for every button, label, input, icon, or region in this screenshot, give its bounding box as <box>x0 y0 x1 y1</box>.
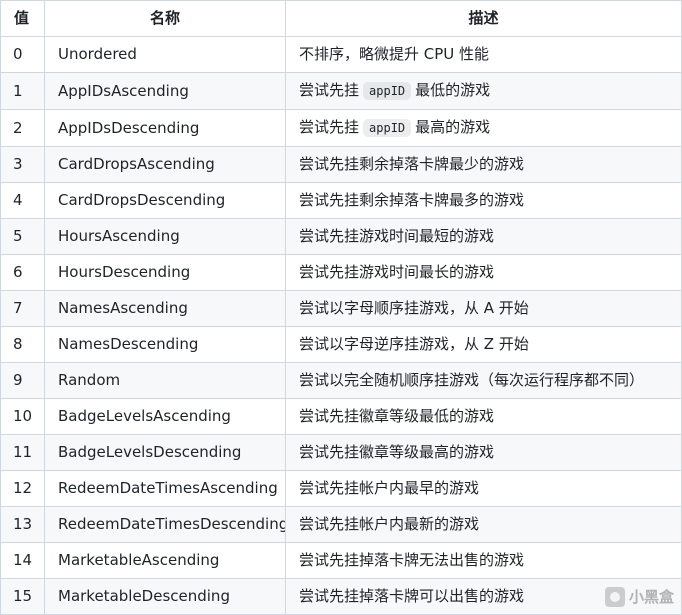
cell-name: CardDropsAscending <box>44 146 286 183</box>
inline-code: appID <box>363 119 412 137</box>
table-row: 8 NamesDescending 尝试以字母逆序挂游戏，从 Z 开始 <box>0 326 682 363</box>
cell-value: 0 <box>0 36 45 73</box>
table-row: 2 AppIDsDescending 尝试先挂 appID 最高的游戏 <box>0 109 682 147</box>
sort-order-table: 值 名称 描述 0 Unordered 不排序，略微提升 CPU 性能 1 AppIDs… <box>0 0 682 615</box>
cell-description: 尝试先挂游戏时间最短的游戏 <box>285 218 682 255</box>
cell-description: 尝试先挂游戏时间最长的游戏 <box>285 254 682 291</box>
cell-value: 6 <box>0 254 45 291</box>
table-row: 4 CardDropsDescending 尝试先挂剩余掉落卡牌最多的游戏 <box>0 182 682 219</box>
cell-name: NamesAscending <box>44 290 286 327</box>
cell-value: 11 <box>0 434 45 471</box>
table-row: 10 BadgeLevelsAscending 尝试先挂徽章等级最低的游戏 <box>0 398 682 435</box>
table-row: 6 HoursDescending 尝试先挂游戏时间最长的游戏 <box>0 254 682 291</box>
cell-description: 尝试先挂 appID 最高的游戏 <box>285 109 682 147</box>
cell-value: 8 <box>0 326 45 363</box>
cell-value: 9 <box>0 362 45 399</box>
table-row: 0 Unordered 不排序，略微提升 CPU 性能 <box>0 36 682 73</box>
cell-name: BadgeLevelsDescending <box>44 434 286 471</box>
table-header-row: 值 名称 描述 <box>0 0 682 37</box>
cell-value: 15 <box>0 578 45 615</box>
cell-name: NamesDescending <box>44 326 286 363</box>
table-row: 3 CardDropsAscending 尝试先挂剩余掉落卡牌最少的游戏 <box>0 146 682 183</box>
description-text: 尝试先挂 <box>299 118 360 136</box>
cell-name: MarketableAscending <box>44 542 286 579</box>
cell-value: 10 <box>0 398 45 435</box>
cell-description: 尝试先挂徽章等级最低的游戏 <box>285 398 682 435</box>
cell-value: 7 <box>0 290 45 327</box>
cell-value: 4 <box>0 182 45 219</box>
cell-description: 不排序，略微提升 CPU 性能 <box>285 36 682 73</box>
table-row: 15 MarketableDescending 尝试先挂掉落卡牌可以出售的游戏 <box>0 578 682 615</box>
cell-name: BadgeLevelsAscending <box>44 398 286 435</box>
table-row: 5 HoursAscending 尝试先挂游戏时间最短的游戏 <box>0 218 682 255</box>
table-row: 11 BadgeLevelsDescending 尝试先挂徽章等级最高的游戏 <box>0 434 682 471</box>
cell-description: 尝试以完全随机顺序挂游戏（每次运行程序都不同） <box>285 362 682 399</box>
cell-description: 尝试先挂掉落卡牌可以出售的游戏 <box>285 578 682 615</box>
cell-description: 尝试以字母逆序挂游戏，从 Z 开始 <box>285 326 682 363</box>
cell-value: 5 <box>0 218 45 255</box>
cell-value: 3 <box>0 146 45 183</box>
cell-value: 13 <box>0 506 45 543</box>
cell-name: HoursAscending <box>44 218 286 255</box>
table-row: 14 MarketableAscending 尝试先挂掉落卡牌无法出售的游戏 <box>0 542 682 579</box>
cell-description: 尝试以字母顺序挂游戏，从 A 开始 <box>285 290 682 327</box>
header-description: 描述 <box>285 0 682 37</box>
table-row: 12 RedeemDateTimesAscending 尝试先挂帐户内最早的游戏 <box>0 470 682 507</box>
table-row: 7 NamesAscending 尝试以字母顺序挂游戏，从 A 开始 <box>0 290 682 327</box>
description-text: 最低的游戏 <box>415 81 491 99</box>
cell-name: HoursDescending <box>44 254 286 291</box>
cell-description: 尝试先挂帐户内最早的游戏 <box>285 470 682 507</box>
cell-value: 2 <box>0 109 45 147</box>
cell-name: RedeemDateTimesAscending <box>44 470 286 507</box>
cell-value: 12 <box>0 470 45 507</box>
table-row: 13 RedeemDateTimesDescending 尝试先挂帐户内最新的游戏 <box>0 506 682 543</box>
cell-value: 14 <box>0 542 45 579</box>
cell-description: 尝试先挂掉落卡牌无法出售的游戏 <box>285 542 682 579</box>
cell-description: 尝试先挂徽章等级最高的游戏 <box>285 434 682 471</box>
cell-name: MarketableDescending <box>44 578 286 615</box>
cell-name: RedeemDateTimesDescending <box>44 506 286 543</box>
table-row: 1 AppIDsAscending 尝试先挂 appID 最低的游戏 <box>0 72 682 110</box>
cell-value: 1 <box>0 72 45 110</box>
header-name: 名称 <box>44 0 286 37</box>
cell-name: Random <box>44 362 286 399</box>
cell-name: CardDropsDescending <box>44 182 286 219</box>
inline-code: appID <box>363 82 412 100</box>
cell-description: 尝试先挂剩余掉落卡牌最少的游戏 <box>285 146 682 183</box>
cell-name: AppIDsAscending <box>44 72 286 110</box>
description-text: 最高的游戏 <box>415 118 491 136</box>
header-value: 值 <box>0 0 45 37</box>
cell-description: 尝试先挂帐户内最新的游戏 <box>285 506 682 543</box>
cell-description: 尝试先挂 appID 最低的游戏 <box>285 72 682 110</box>
cell-name: Unordered <box>44 36 286 73</box>
cell-name: AppIDsDescending <box>44 109 286 147</box>
description-text: 尝试先挂 <box>299 81 360 99</box>
table-row: 9 Random 尝试以完全随机顺序挂游戏（每次运行程序都不同） <box>0 362 682 399</box>
cell-description: 尝试先挂剩余掉落卡牌最多的游戏 <box>285 182 682 219</box>
